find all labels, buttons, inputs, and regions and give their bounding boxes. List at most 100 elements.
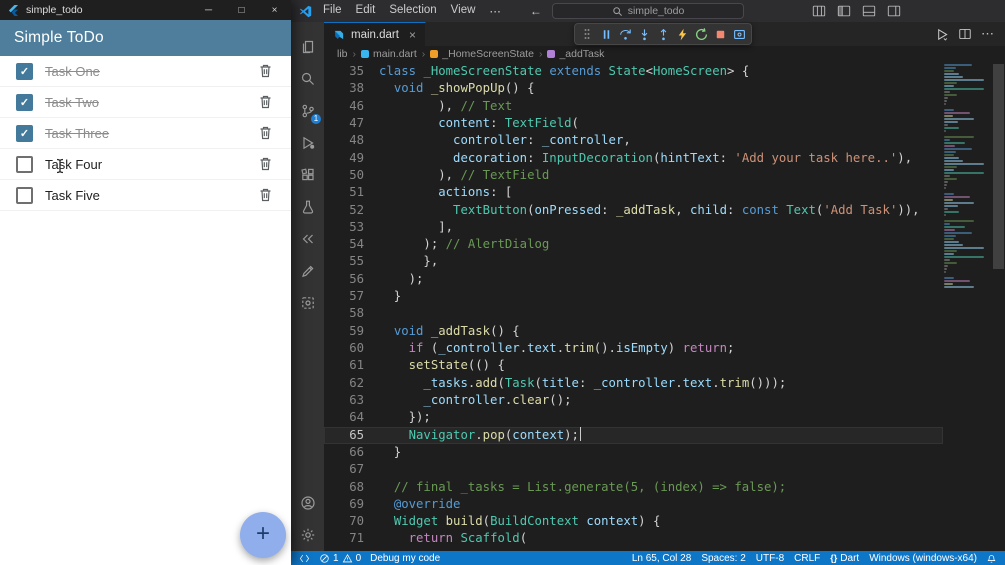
breadcrumb-item[interactable]: _HomeScreenState bbox=[430, 48, 534, 60]
task-checkbox[interactable]: ✓ bbox=[16, 93, 33, 111]
code-line[interactable]: 54 ); // AlertDialog bbox=[324, 236, 943, 253]
task-checkbox[interactable]: ✓ bbox=[16, 124, 33, 142]
code-line[interactable]: 47 content: TextField( bbox=[324, 115, 943, 132]
step-into-icon[interactable] bbox=[636, 26, 652, 42]
code-line[interactable]: 35 class _HomeScreenState extends State<H… bbox=[324, 63, 943, 80]
code-editor[interactable]: 35 class _HomeScreenState extends State<H… bbox=[324, 62, 1005, 551]
task-checkbox[interactable] bbox=[16, 155, 33, 173]
code-line[interactable]: 62 _tasks.add(Task(title: _controller.te… bbox=[324, 375, 943, 392]
task-checkbox[interactable] bbox=[16, 186, 33, 204]
code-line[interactable]: 51 actions: [ bbox=[324, 184, 943, 201]
code-line[interactable]: 68 // final _tasks = List.generate(5, (i… bbox=[324, 479, 943, 496]
run-button[interactable] bbox=[934, 27, 949, 42]
step-out-icon[interactable] bbox=[655, 26, 671, 42]
settings-gear-icon[interactable] bbox=[291, 519, 324, 551]
menu-file[interactable]: File bbox=[316, 4, 349, 18]
toggle-secondary-sidebar-icon[interactable] bbox=[887, 4, 901, 18]
code-line[interactable]: 69 @override bbox=[324, 496, 943, 513]
delete-task-icon[interactable] bbox=[258, 63, 273, 79]
restart-icon[interactable] bbox=[693, 26, 709, 42]
code-line[interactable]: 71 return Scaffold( bbox=[324, 530, 943, 547]
maximize-button[interactable]: □ bbox=[225, 0, 258, 20]
step-over-icon[interactable] bbox=[617, 26, 633, 42]
code-line[interactable]: 61 setState(() { bbox=[324, 357, 943, 374]
toggle-panel-icon[interactable] bbox=[862, 4, 876, 18]
delete-task-icon[interactable] bbox=[258, 94, 273, 110]
status-item[interactable]: Ln 65, Col 28 bbox=[632, 553, 692, 564]
problems-indicator[interactable]: 1 0 bbox=[319, 553, 361, 564]
window-controls: ─ □ × bbox=[192, 0, 291, 20]
command-center-search[interactable]: simple_todo bbox=[552, 3, 744, 19]
code-line[interactable]: 60 if (_controller.text.trim().isEmpty) … bbox=[324, 340, 943, 357]
references-icon[interactable] bbox=[291, 223, 324, 255]
menu-edit[interactable]: Edit bbox=[349, 4, 383, 18]
edit-icon[interactable] bbox=[291, 255, 324, 287]
code-line[interactable]: 50 ), // TextField bbox=[324, 167, 943, 184]
delete-task-icon[interactable] bbox=[258, 187, 273, 203]
menu-view[interactable]: View bbox=[444, 4, 483, 18]
tab-main-dart[interactable]: main.dart × bbox=[324, 22, 426, 46]
nav-back-icon[interactable]: ← bbox=[530, 4, 542, 18]
bell-icon[interactable] bbox=[986, 553, 997, 564]
status-item[interactable]: Windows (windows-x64) bbox=[869, 553, 977, 564]
debug-config-label[interactable]: Debug my code bbox=[370, 553, 440, 564]
scrollbar-thumb[interactable] bbox=[993, 64, 1004, 269]
editor-layout-icon[interactable] bbox=[812, 4, 826, 18]
stop-icon[interactable] bbox=[712, 26, 728, 42]
explorer-icon[interactable] bbox=[291, 31, 324, 63]
code-line[interactable]: 52 TextButton(onPressed: _addTask, child… bbox=[324, 202, 943, 219]
code-line[interactable]: 70 Widget build(BuildContext context) { bbox=[324, 513, 943, 530]
remote-icon[interactable] bbox=[299, 553, 310, 564]
delete-task-icon[interactable] bbox=[258, 125, 273, 141]
task-checkbox[interactable]: ✓ bbox=[16, 62, 33, 80]
close-button[interactable]: × bbox=[258, 0, 291, 20]
code-line[interactable]: 48 controller: _controller, bbox=[324, 132, 943, 149]
account-icon[interactable] bbox=[291, 487, 324, 519]
grip-handle[interactable] bbox=[579, 26, 595, 42]
breadcrumb-item[interactable]: _addTask bbox=[547, 48, 604, 60]
menubar: File Edit Selection View ⋯ bbox=[316, 4, 508, 18]
more-actions-icon[interactable]: ⋯ bbox=[981, 26, 995, 42]
status-item[interactable]: {} Dart bbox=[830, 553, 859, 564]
delete-task-icon[interactable] bbox=[258, 156, 273, 172]
code-line[interactable]: 58 bbox=[324, 305, 943, 322]
code-line[interactable]: 67 bbox=[324, 461, 943, 478]
editor-actions: ⋯ bbox=[934, 22, 1005, 46]
search-activity-icon[interactable] bbox=[291, 63, 324, 95]
code-line[interactable]: 46 ), // Text bbox=[324, 98, 943, 115]
code-line[interactable]: 63 _controller.clear(); bbox=[324, 392, 943, 409]
status-item[interactable]: Spaces: 2 bbox=[701, 553, 745, 564]
run-and-debug-icon[interactable] bbox=[291, 127, 324, 159]
code-line[interactable]: 38 void _showPopUp() { bbox=[324, 80, 943, 97]
code-line[interactable]: 65 Navigator.pop(context); bbox=[324, 426, 943, 444]
testing-icon[interactable] bbox=[291, 191, 324, 223]
code-line[interactable]: 56 ); bbox=[324, 271, 943, 288]
toggle-sidebar-icon[interactable] bbox=[837, 4, 851, 18]
extensions-icon[interactable] bbox=[291, 159, 324, 191]
tab-close-icon[interactable]: × bbox=[409, 28, 416, 42]
status-item[interactable]: UTF-8 bbox=[756, 553, 784, 564]
devtools-icon[interactable] bbox=[731, 26, 747, 42]
split-editor-icon[interactable] bbox=[958, 27, 972, 41]
code-line[interactable]: 64 }); bbox=[324, 409, 943, 426]
menu-overflow[interactable]: ⋯ bbox=[482, 4, 508, 18]
editor-scrollbar[interactable] bbox=[992, 62, 1005, 551]
breadcrumb-item[interactable]: lib bbox=[337, 48, 348, 60]
minimap[interactable] bbox=[944, 64, 990, 289]
code-line[interactable]: 55 }, bbox=[324, 253, 943, 270]
menu-selection[interactable]: Selection bbox=[382, 4, 443, 18]
code-line[interactable]: 59 void _addTask() { bbox=[324, 323, 943, 340]
todo-titlebar[interactable]: simple_todo ─ □ × bbox=[0, 0, 291, 20]
code-line[interactable]: 53 ], bbox=[324, 219, 943, 236]
code-line[interactable]: 66 } bbox=[324, 444, 943, 461]
pause-icon[interactable] bbox=[598, 26, 614, 42]
minimize-button[interactable]: ─ bbox=[192, 0, 225, 20]
code-line[interactable]: 49 decoration: InputDecoration(hintText:… bbox=[324, 150, 943, 167]
source-control-icon[interactable]: 1 bbox=[291, 95, 324, 127]
add-task-fab[interactable]: + bbox=[240, 512, 286, 558]
breadcrumb-item[interactable]: main.dart bbox=[361, 48, 417, 60]
inspector-icon[interactable] bbox=[291, 287, 324, 319]
status-item[interactable]: CRLF bbox=[794, 553, 820, 564]
code-line[interactable]: 57 } bbox=[324, 288, 943, 305]
hot-reload-icon[interactable] bbox=[674, 26, 690, 42]
